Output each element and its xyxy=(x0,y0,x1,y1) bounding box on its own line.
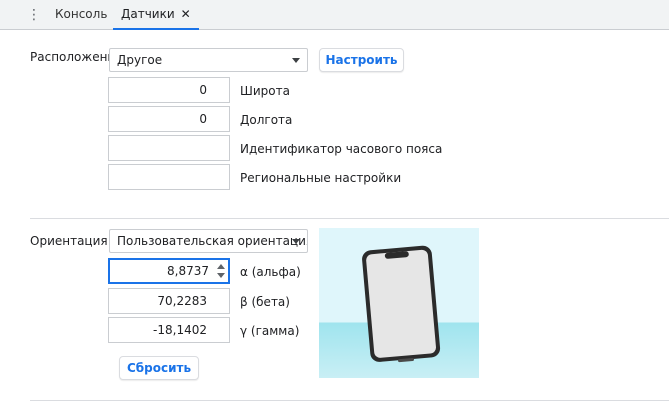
stepper-icon[interactable] xyxy=(217,264,225,278)
latitude-input[interactable]: 0 xyxy=(108,77,230,103)
latitude-label: Широта xyxy=(240,84,290,98)
orientation-select[interactable]: Пользовательская ориентация xyxy=(109,229,308,253)
close-icon[interactable]: ✕ xyxy=(181,7,191,21)
alpha-label: α (альфа) xyxy=(240,265,301,279)
phone-screen xyxy=(366,249,436,358)
longitude-input[interactable]: 0 xyxy=(108,106,230,132)
timezone-input[interactable] xyxy=(108,135,230,161)
reset-button[interactable]: Сбросить xyxy=(119,356,199,380)
drawer-tab-bar: ⋮ Консоль Датчики ✕ xyxy=(0,0,669,30)
gamma-input[interactable]: -18,1402 xyxy=(108,317,230,343)
orientation-label: Ориентация xyxy=(30,234,108,248)
beta-input[interactable]: 70,2283 xyxy=(108,288,230,314)
locale-input[interactable] xyxy=(108,164,230,190)
chevron-down-icon xyxy=(292,58,300,63)
tab-console-label: Консоль xyxy=(55,7,108,21)
tab-sensors[interactable]: Датчики ✕ xyxy=(113,0,199,30)
alpha-value: 8,8737 xyxy=(167,264,209,278)
tab-sensors-label: Датчики xyxy=(121,7,175,21)
beta-label: β (бета) xyxy=(240,295,290,309)
tab-console[interactable]: Консоль xyxy=(47,0,115,30)
timezone-label: Идентификатор часового пояса xyxy=(240,142,443,156)
more-options-icon[interactable]: ⋮ xyxy=(27,8,41,22)
phone-icon xyxy=(362,245,441,363)
chevron-down-icon xyxy=(292,239,300,244)
gamma-label: γ (гамма) xyxy=(240,324,300,338)
orientation-preview[interactable] xyxy=(319,228,479,378)
longitude-label: Долгота xyxy=(240,113,293,127)
section-divider xyxy=(30,218,669,219)
section-divider-bottom xyxy=(30,400,669,401)
locale-label: Региональные настройки xyxy=(240,171,402,185)
orientation-select-value: Пользовательская ориентация xyxy=(117,234,308,248)
configure-button[interactable]: Настроить xyxy=(319,48,404,72)
location-select-value: Другое xyxy=(117,53,163,67)
alpha-input[interactable]: 8,8737 xyxy=(108,258,230,284)
location-select[interactable]: Другое xyxy=(109,48,308,72)
